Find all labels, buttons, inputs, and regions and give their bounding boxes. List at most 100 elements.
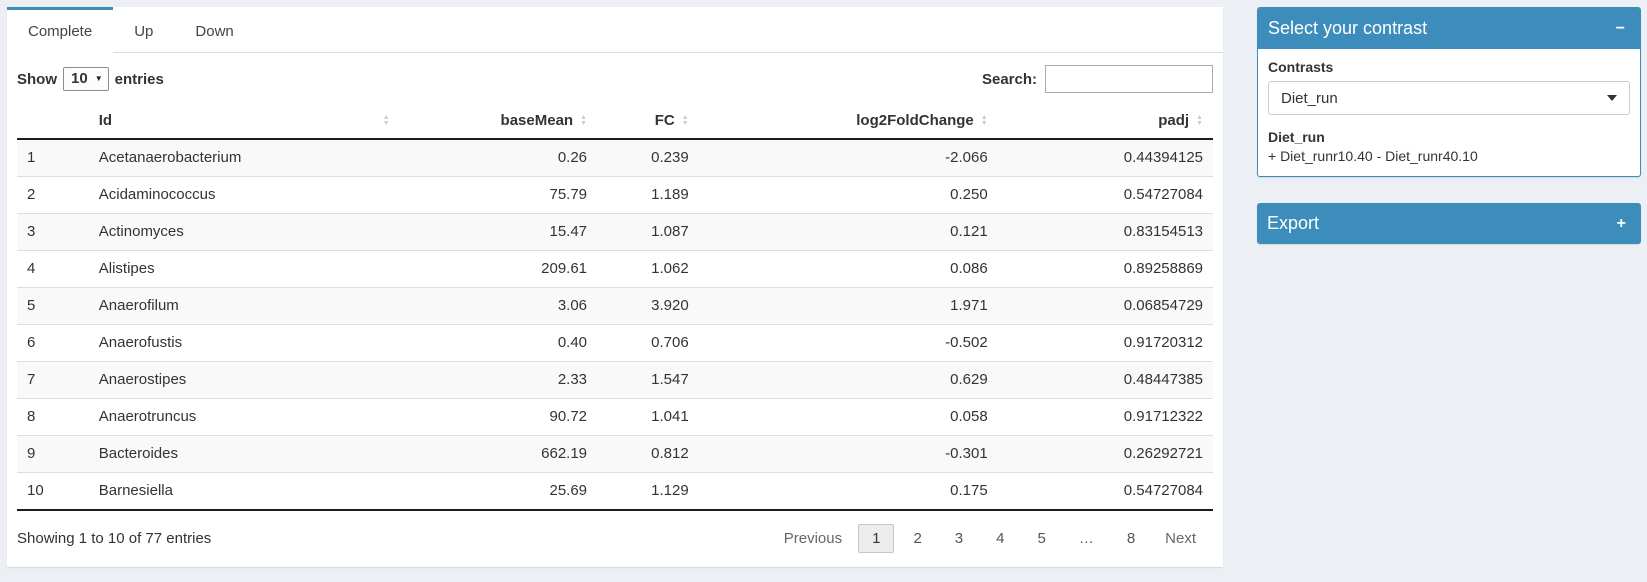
table-cell: 209.61	[400, 251, 597, 288]
table-cell: Acidaminococcus	[89, 177, 400, 214]
table-row: 8Anaerotruncus90.721.0410.0580.91712322	[17, 399, 1213, 436]
contrasts-label: Contrasts	[1268, 59, 1630, 75]
sort-icon: ▲▼	[580, 115, 587, 127]
table-cell: 0.058	[699, 399, 998, 436]
table-cell: -0.301	[699, 436, 998, 473]
page: Complete Up Down Show 10 ▼ entries Searc…	[0, 0, 1647, 582]
table-cell: Acetanaerobacterium	[89, 139, 400, 177]
table-cell: 75.79	[400, 177, 597, 214]
table-cell: 90.72	[400, 399, 597, 436]
column-header-basemean[interactable]: baseMean ▲▼	[400, 103, 597, 139]
column-header-log2foldchange[interactable]: log2FoldChange ▲▼	[699, 103, 998, 139]
table-row: 5Anaerofilum3.063.9201.9710.06854729	[17, 288, 1213, 325]
pagination-page-button[interactable]: 2	[899, 524, 935, 553]
export-box: Export +	[1257, 203, 1641, 244]
table-cell: 0.26	[400, 139, 597, 177]
pagination-page-button[interactable]: 5	[1023, 524, 1059, 553]
tab-up[interactable]: Up	[113, 7, 174, 53]
results-table: Id ▲▼ baseMean ▲▼ FC	[17, 103, 1213, 511]
table-cell: 0.812	[597, 436, 699, 473]
table-cell: Alistipes	[89, 251, 400, 288]
entries-length-control: Show 10 ▼ entries	[17, 67, 164, 91]
tab-down[interactable]: Down	[174, 7, 254, 53]
column-label: padj	[1158, 112, 1189, 129]
contrast-box-title: Select your contrast	[1268, 18, 1427, 39]
table-cell: 0.175	[699, 473, 998, 511]
search-input[interactable]	[1045, 65, 1213, 93]
column-header-fc[interactable]: FC ▲▼	[597, 103, 699, 139]
table-cell: 1.547	[597, 362, 699, 399]
pagination-page-button[interactable]: 4	[982, 524, 1018, 553]
table-cell: 0.83154513	[998, 214, 1213, 251]
table-cell: 1.087	[597, 214, 699, 251]
table-cell: 25.69	[400, 473, 597, 511]
contrast-detail-title: Diet_run	[1268, 129, 1630, 145]
pagination-page-button[interactable]: 3	[941, 524, 977, 553]
table-cell: 0.40	[400, 325, 597, 362]
table-cell: Actinomyces	[89, 214, 400, 251]
contrast-select[interactable]: Diet_run	[1268, 81, 1630, 115]
table-cell: 0.48447385	[998, 362, 1213, 399]
tab-complete[interactable]: Complete	[7, 7, 113, 53]
results-tabs: Complete Up Down	[7, 7, 1223, 53]
table-row: 2Acidaminococcus75.791.1890.2500.5472708…	[17, 177, 1213, 214]
column-header-padj[interactable]: padj ▲▼	[998, 103, 1213, 139]
entries-info: Showing 1 to 10 of 77 entries	[17, 530, 211, 547]
table-cell: 0.54727084	[998, 177, 1213, 214]
table-cell: 1.062	[597, 251, 699, 288]
search-control: Search:	[982, 65, 1213, 93]
table-cell: 0.250	[699, 177, 998, 214]
table-cell: 0.629	[699, 362, 998, 399]
table-cell: 1.971	[699, 288, 998, 325]
pagination-previous-button[interactable]: Previous	[773, 524, 853, 553]
table-cell: Barnesiella	[89, 473, 400, 511]
export-box-header[interactable]: Export +	[1257, 203, 1641, 244]
column-label: Id	[99, 112, 112, 129]
table-cell: 0.06854729	[998, 288, 1213, 325]
tab-up-label[interactable]: Up	[113, 7, 174, 52]
table-cell: 8	[17, 399, 89, 436]
entries-per-page-value: 10	[71, 70, 88, 87]
sort-icon: ▲▼	[1196, 115, 1203, 127]
entries-per-page-select[interactable]: 10 ▼	[63, 67, 109, 91]
chevron-down-icon	[1607, 95, 1617, 101]
table-cell: 0.91712322	[998, 399, 1213, 436]
results-tabbox: Complete Up Down Show 10 ▼ entries Searc…	[7, 7, 1223, 567]
expand-icon[interactable]: +	[1612, 216, 1631, 232]
contrast-box-body: Contrasts Diet_run Diet_run + Diet_runr1…	[1258, 49, 1640, 176]
table-cell: 9	[17, 436, 89, 473]
table-row: 7Anaerostipes2.331.5470.6290.48447385	[17, 362, 1213, 399]
tab-complete-label[interactable]: Complete	[7, 7, 113, 53]
table-row: 4Alistipes209.611.0620.0860.89258869	[17, 251, 1213, 288]
select-arrow-icon: ▼	[95, 74, 103, 83]
table-cell: Anaerostipes	[89, 362, 400, 399]
column-label: FC	[655, 112, 675, 129]
table-cell: Anaerotruncus	[89, 399, 400, 436]
column-label: baseMean	[501, 112, 574, 129]
table-cell: 4	[17, 251, 89, 288]
table-cell: 0.44394125	[998, 139, 1213, 177]
search-label: Search:	[982, 71, 1037, 88]
table-cell: Bacteroides	[89, 436, 400, 473]
pagination-pages: 12345…8	[858, 524, 1149, 553]
table-cell: 7	[17, 362, 89, 399]
table-cell: -2.066	[699, 139, 998, 177]
table-row: 6Anaerofustis0.400.706-0.5020.91720312	[17, 325, 1213, 362]
pagination-page-button[interactable]: 8	[1113, 524, 1149, 553]
sort-icon: ▲▼	[981, 115, 988, 127]
table-cell: 10	[17, 473, 89, 511]
collapse-icon[interactable]: −	[1611, 21, 1630, 37]
table-cell: 0.239	[597, 139, 699, 177]
table-row: 9Bacteroides662.190.812-0.3010.26292721	[17, 436, 1213, 473]
pagination-ellipsis: …	[1065, 524, 1108, 553]
table-cell: 1.189	[597, 177, 699, 214]
contrast-box-header: Select your contrast −	[1258, 8, 1640, 49]
contrast-select-value: Diet_run	[1281, 90, 1338, 107]
pagination-next-button[interactable]: Next	[1154, 524, 1207, 553]
pagination-page-button[interactable]: 1	[858, 524, 894, 553]
tab-down-label[interactable]: Down	[174, 7, 254, 52]
table-cell: 1.041	[597, 399, 699, 436]
column-header-id[interactable]: Id ▲▼	[89, 103, 400, 139]
table-cell: 2.33	[400, 362, 597, 399]
table-cell: 2	[17, 177, 89, 214]
